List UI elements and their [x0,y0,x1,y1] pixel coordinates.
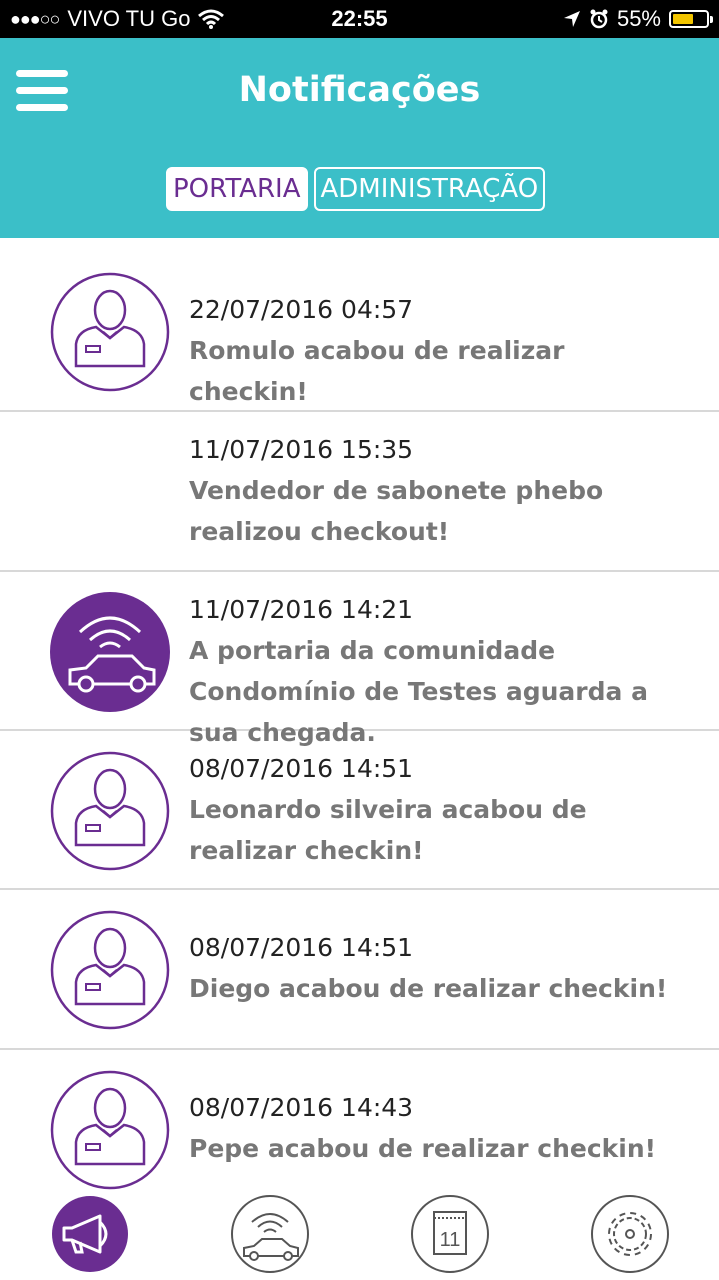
notification-message: Vendedor de sabonete phebo realizou chec… [189,476,604,546]
battery-percent: 55% [616,6,661,31]
notification-list: 22/07/2016 04:57 Romulo acabou de realiz… [0,238,719,1210]
location-arrow-icon [563,11,580,27]
person-icon [50,1070,170,1190]
notification-message: Diego acabou de realizar checkin! [189,974,668,1003]
notification-item[interactable]: 08/07/2016 14:43 Pepe acabou de realizar… [0,1050,719,1210]
person-icon [50,910,170,1030]
car-signal-icon [50,592,170,712]
notification-date: 08/07/2016 14:51 [189,933,414,962]
calendar-day: 11 [440,1229,461,1251]
nav-car-signal-icon[interactable] [230,1194,310,1274]
notification-date: 11/07/2016 14:21 [189,595,414,624]
notification-date: 11/07/2016 15:35 [189,435,414,464]
battery-icon [669,10,713,28]
notification-date: 08/07/2016 14:51 [189,754,414,783]
notification-message: Leonardo silveira acabou de realizar che… [189,795,587,865]
notification-item[interactable]: 11/07/2016 14:21 A portaria da comunidad… [0,572,719,747]
person-icon [50,751,170,871]
status-bar: ●●●○○ VIVO TU Go 22:55 55% [0,0,719,38]
header: Notificações PORTARIA ADMINISTRAÇÃO [0,38,719,238]
nav-notifications-megaphone-icon[interactable] [50,1194,130,1274]
tab-portaria[interactable]: PORTARIA [166,167,308,211]
page-title: Notificações [238,70,481,110]
nav-calendar-icon[interactable]: 11 [410,1194,490,1274]
notification-item[interactable]: 22/07/2016 04:57 Romulo acabou de realiz… [0,238,719,412]
tab-bar: PORTARIA ADMINISTRAÇÃO [166,167,546,211]
tab-administracao[interactable]: ADMINISTRAÇÃO [313,167,546,211]
notification-message: Romulo acabou de realizar checkin! [189,336,565,406]
notification-item[interactable]: 08/07/2016 14:51 Diego acabou de realiza… [0,890,719,1050]
alarm-clock-icon [590,9,608,29]
bottom-nav: 11 [0,1190,719,1280]
notification-date: 22/07/2016 04:57 [189,295,414,324]
notification-item[interactable]: 11/07/2016 15:35 Vendedor de sabonete ph… [0,412,719,572]
notification-item[interactable]: 08/07/2016 14:51 Leonardo silveira acabo… [0,731,719,890]
notification-message: Pepe acabou de realizar checkin! [189,1134,657,1163]
person-icon [50,272,170,392]
nav-settings-gear-icon[interactable] [590,1194,670,1274]
notification-date: 08/07/2016 14:43 [189,1093,414,1122]
